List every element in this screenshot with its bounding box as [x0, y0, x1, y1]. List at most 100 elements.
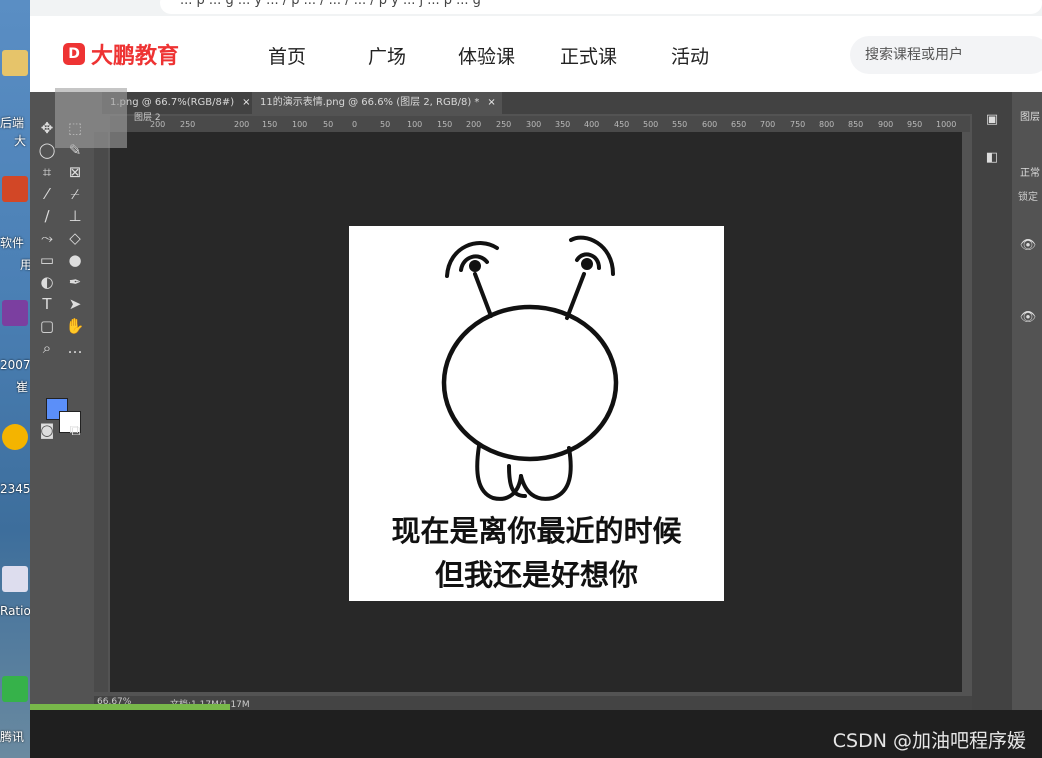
meme-image: 现在是离你最近的时候 但我还是好想你	[349, 226, 724, 601]
visibility-eye-icon[interactable]: 👁	[1018, 238, 1038, 258]
browser-toolbar: ... p ... g ... y ... / p ... / ... / ..…	[30, 0, 1042, 16]
tools-panel: ✥ ⬚ ◯ ✎ ⌗ ⊠ ⁄ ⌿ ∕ ⊥ ⤳ ◇ ▭ ● ◐ ✒ T ➤ ▢ ✋ …	[30, 114, 94, 704]
desktop-label: 腾讯	[0, 730, 25, 744]
layers-panel: 图层 正常 锁定 👁 👁	[1012, 102, 1042, 710]
lock-label: 锁定	[1018, 192, 1038, 203]
more-tools-icon[interactable]: …	[64, 338, 86, 358]
type-tool-icon[interactable]: T	[36, 294, 58, 314]
blend-mode-select[interactable]: 正常	[1020, 164, 1040, 179]
frame-tool-icon[interactable]: ⊠	[64, 162, 86, 182]
ruler-tick: 300	[526, 120, 542, 129]
brush-tool-icon[interactable]: ∕	[36, 206, 58, 226]
dodge-tool-icon[interactable]: ◐	[36, 272, 58, 292]
horizontal-ruler: 200 250 200 150 100 50 0 50 100 150 200 …	[110, 116, 970, 132]
address-bar[interactable]: ... p ... g ... y ... / p ... / ... / ..…	[160, 0, 1042, 14]
screen-mode-icon[interactable]: ⧉	[64, 420, 86, 440]
drag-ghost-overlay	[55, 88, 127, 148]
blur-tool-icon[interactable]: ●	[64, 250, 86, 270]
desktop-label: 软件	[0, 236, 25, 250]
eraser-tool-icon[interactable]: ◇	[64, 228, 86, 248]
ruler-tick: 650	[731, 120, 747, 129]
ruler-tick: 150	[262, 120, 278, 129]
winrar-icon[interactable]	[2, 300, 28, 326]
nav-activity[interactable]: 活动	[671, 42, 709, 69]
browser-2345-icon[interactable]	[2, 424, 28, 450]
hand-tool-icon[interactable]: ✋	[64, 316, 86, 336]
desktop-label: 后端	[0, 116, 25, 130]
ruler-tick: 0	[352, 120, 358, 129]
photoshop-window: 1.png @ 66.7%(RGB/8#) × 11的演示表情.png @ 66.…	[30, 92, 1042, 710]
cartoon-character-illustration	[441, 235, 619, 501]
layer-hint: 图层 2	[134, 113, 161, 123]
stamp-tool-icon[interactable]: ⊥	[64, 206, 86, 226]
ruler-tick: 900	[878, 120, 894, 129]
ruler-tick: 500	[643, 120, 659, 129]
desktop-label: 大	[14, 134, 27, 148]
ruler-tick: 550	[672, 120, 688, 129]
search-input[interactable]: 搜索课程或用户	[850, 36, 1042, 74]
tab-label: 11的演示表情.png @ 66.6% (图层 2, RGB/8) *	[260, 97, 480, 108]
ruler-tick: 250	[180, 120, 196, 129]
ruler-tick: 400	[584, 120, 600, 129]
ruler-tick: 150	[437, 120, 453, 129]
nav-home[interactable]: 首页	[268, 42, 306, 69]
layers-panel-header[interactable]: 图层	[1020, 108, 1040, 123]
ruler-tick: 100	[292, 120, 308, 129]
ruler-tick: 450	[614, 120, 630, 129]
desktop-label: Ratio	[0, 604, 30, 618]
desktop-label: 崔	[16, 380, 29, 394]
csdn-watermark: CSDN @加油吧程序媛	[832, 730, 1026, 752]
ruler-tick: 100	[407, 120, 423, 129]
ruler-tick: 350	[555, 120, 571, 129]
healing-brush-icon[interactable]: ⌿	[64, 184, 86, 204]
site-logo[interactable]: D 大鹏教育	[63, 38, 179, 70]
properties-panel-icon[interactable]: ▣	[982, 112, 1002, 132]
desktop-label: 2345	[0, 482, 30, 496]
ratio-icon[interactable]	[2, 566, 28, 592]
visibility-eye-icon[interactable]: 👁	[1018, 310, 1038, 330]
tencent-icon[interactable]	[2, 676, 28, 702]
shape-tool-icon[interactable]: ▢	[36, 316, 58, 336]
gradient-tool-icon[interactable]: ▭	[36, 250, 58, 270]
logo-text: 大鹏教育	[91, 44, 180, 69]
document-tabs: 1.png @ 66.7%(RGB/8#) × 11的演示表情.png @ 66.…	[102, 92, 972, 114]
powerpoint-icon[interactable]	[2, 176, 28, 202]
path-select-icon[interactable]: ➤	[64, 294, 86, 314]
ruler-tick: 1000	[936, 120, 957, 129]
ruler-tick: 700	[760, 120, 776, 129]
ruler-tick: 250	[496, 120, 512, 129]
caption-line-2: 但我还是好想你	[434, 558, 638, 592]
ruler-tick: 200	[466, 120, 482, 129]
desktop-label: 用	[20, 258, 30, 272]
eyedropper-icon[interactable]: ⁄	[36, 184, 58, 204]
desktop-strip: 后端 大 软件 用 2007 崔 2345 Ratio 腾讯	[0, 0, 30, 758]
close-icon[interactable]: ×	[242, 97, 250, 108]
tab-document-2[interactable]: 11的演示表情.png @ 66.6% (图层 2, RGB/8) * ×	[252, 92, 502, 114]
vertical-ruler	[94, 132, 108, 692]
folder-icon[interactable]	[2, 50, 28, 76]
ruler-tick: 50	[380, 120, 391, 129]
zoom-tool-icon[interactable]: ⌕	[36, 338, 58, 358]
ruler-tick: 200	[234, 120, 250, 129]
ruler-tick: 600	[702, 120, 718, 129]
bottom-bar: CSDN @加油吧程序媛	[30, 710, 1042, 758]
crop-tool-icon[interactable]: ⌗	[36, 162, 58, 182]
nav-trial-course[interactable]: 体验课	[458, 42, 515, 69]
tab-label: 1.png @ 66.7%(RGB/8#)	[110, 97, 235, 108]
collapsed-panels: ▣ ◧	[972, 92, 1012, 710]
ruler-tick: 800	[819, 120, 835, 129]
ruler-tick: 50	[323, 120, 334, 129]
close-icon[interactable]: ×	[487, 97, 495, 108]
desktop-label: 2007	[0, 358, 30, 372]
adjustments-panel-icon[interactable]: ◧	[982, 150, 1002, 170]
quick-mask-icon[interactable]: ◙	[36, 420, 58, 440]
pen-tool-icon[interactable]: ✒	[64, 272, 86, 292]
history-brush-icon[interactable]: ⤳	[36, 228, 58, 248]
ruler-tick: 950	[907, 120, 923, 129]
nav-formal-course[interactable]: 正式课	[560, 42, 617, 69]
nav-square[interactable]: 广场	[368, 42, 406, 69]
canvas-area[interactable]: 现在是离你最近的时候 但我还是好想你	[110, 132, 962, 692]
caption-line-1: 现在是离你最近的时候	[391, 514, 682, 548]
ruler-tick: 750	[790, 120, 806, 129]
logo-mark-icon: D	[63, 43, 85, 65]
